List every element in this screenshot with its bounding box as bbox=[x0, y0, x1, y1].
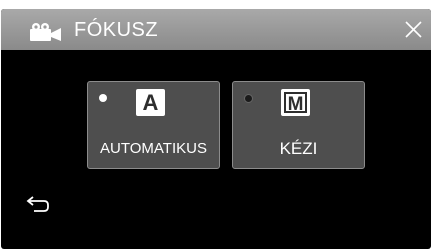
return-arrow-icon[interactable] bbox=[26, 194, 52, 219]
manual-icon: M bbox=[281, 89, 310, 116]
auto-focus-button[interactable]: A AUTOMATIKUS bbox=[87, 81, 220, 169]
manual-icon-letter: M bbox=[287, 94, 304, 115]
close-icon[interactable] bbox=[404, 20, 423, 44]
manual-focus-button[interactable]: M KÉZI bbox=[232, 81, 365, 169]
manual-focus-label: KÉZI bbox=[279, 139, 318, 158]
video-camera-icon bbox=[30, 23, 62, 46]
auto-icon: A bbox=[136, 89, 165, 116]
screen: FÓKUSZ A AUTOMATIKUS M KÉZI bbox=[1, 9, 431, 249]
auto-focus-label: AUTOMATIKUS bbox=[100, 140, 207, 157]
header-bar: FÓKUSZ bbox=[1, 9, 431, 50]
unselected-indicator bbox=[244, 94, 253, 103]
page-title: FÓKUSZ bbox=[74, 19, 159, 41]
auto-icon-letter: A bbox=[142, 90, 159, 115]
selected-indicator bbox=[99, 94, 107, 102]
